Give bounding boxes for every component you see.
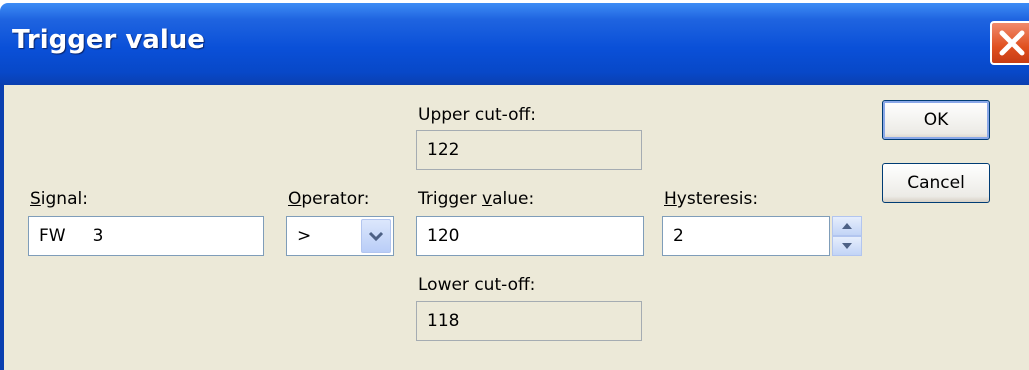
title-bar[interactable]: Trigger value — [0, 3, 1029, 85]
close-button[interactable] — [990, 21, 1029, 65]
upper-cutoff-label: Upper cut-off: — [418, 105, 536, 125]
spin-up-icon — [842, 223, 852, 229]
operator-select[interactable]: > — [286, 216, 394, 256]
operator-selected-value: > — [297, 226, 312, 246]
trigger-value-dialog: Trigger value Upper cut-off: 122 Signal:… — [0, 0, 1029, 370]
hysteresis-label: Hysteresis: — [664, 189, 759, 209]
chevron-down-icon — [368, 231, 384, 242]
spin-down-button[interactable] — [832, 236, 862, 256]
close-icon — [999, 30, 1025, 56]
hysteresis-spinner — [832, 216, 862, 256]
cancel-button[interactable]: Cancel — [882, 163, 990, 203]
operator-label: Operator: — [288, 189, 370, 209]
ok-button[interactable]: OK — [882, 100, 990, 140]
window-title: Trigger value — [12, 25, 205, 55]
operator-dropdown-button[interactable] — [361, 219, 391, 253]
upper-cutoff-field: 122 — [416, 130, 642, 170]
dialog-body: Upper cut-off: 122 Signal: FW 3 Operator… — [0, 85, 1029, 370]
lower-cutoff-label: Lower cut-off: — [418, 275, 536, 295]
trigger-value-input[interactable]: 120 — [416, 216, 644, 256]
signal-label: Signal: — [30, 189, 88, 209]
hysteresis-input[interactable]: 2 — [662, 216, 830, 256]
lower-cutoff-field: 118 — [416, 301, 642, 341]
signal-input[interactable]: FW 3 — [28, 216, 264, 256]
trigger-value-label: Trigger value: — [418, 189, 535, 209]
spin-up-button[interactable] — [832, 216, 862, 236]
spin-down-icon — [842, 243, 852, 249]
